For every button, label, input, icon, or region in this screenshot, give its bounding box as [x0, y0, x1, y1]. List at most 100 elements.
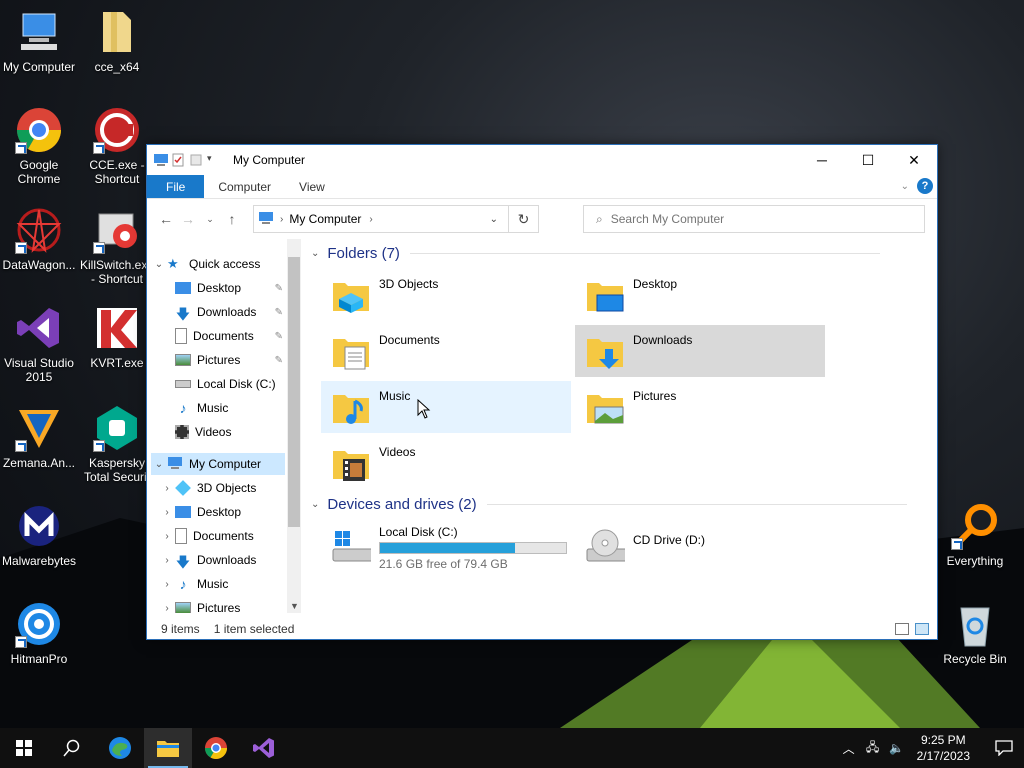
expand-chevron-icon[interactable]: ›	[159, 579, 175, 590]
file-explorer-window: ▾ My Computer ─ ☐ ✕ File Computer View ⌄…	[146, 144, 938, 640]
kaspersky-desktop-icon[interactable]: Kaspersky Total Securit	[78, 404, 156, 484]
refresh-button[interactable]: ↻	[508, 206, 538, 232]
minimize-button[interactable]: ─	[799, 145, 845, 175]
my-computer-desktop-icon[interactable]: My Computer	[0, 8, 78, 74]
taskbar-visual-studio-button[interactable]	[240, 728, 288, 768]
cce-shortcut-desktop-icon[interactable]: CCE.exe - Shortcut	[78, 106, 156, 186]
nav-item-videos[interactable]: Videos	[175, 421, 287, 443]
breadcrumb-separator-icon[interactable]: ›	[280, 214, 283, 225]
nav-item-downloads[interactable]: 🡇 Downloads ✎	[175, 301, 287, 323]
music-icon: ♪	[179, 400, 187, 416]
computer-icon	[258, 211, 274, 228]
drive-local-disk-c[interactable]: Local Disk (C:) 21.6 GB free of 79.4 GB	[321, 519, 571, 575]
address-bar[interactable]: › My Computer › ⌄ ↻	[253, 205, 539, 233]
folder-pictures[interactable]: Pictures	[575, 381, 825, 433]
customize-toolbar-chevron-icon[interactable]: ▾	[207, 153, 221, 167]
collapse-chevron-icon[interactable]: ⌄	[311, 499, 319, 510]
up-button[interactable]: ↑	[221, 211, 243, 227]
hitmanpro-desktop-icon[interactable]: HitmanPro	[0, 600, 78, 666]
google-chrome-desktop-icon[interactable]: Google Chrome	[0, 106, 78, 186]
help-button[interactable]: ?	[917, 178, 933, 194]
cce-x64-desktop-icon[interactable]: cce_x64	[78, 8, 156, 74]
search-input[interactable]	[610, 212, 911, 226]
clock[interactable]: 9:25 PM 2/17/2023	[917, 732, 970, 764]
volume-icon[interactable]: 🔈	[885, 741, 909, 755]
nav-my-computer[interactable]: ⌄ My Computer	[151, 453, 285, 475]
visual-studio-desktop-icon[interactable]: Visual Studio 2015	[0, 304, 78, 384]
network-icon[interactable]: 🖧	[861, 738, 885, 759]
devices-group-header[interactable]: ⌄ Devices and drives (2)	[311, 496, 933, 513]
star-icon: ★	[167, 256, 179, 271]
taskbar-edge-button[interactable]	[96, 728, 144, 768]
expand-chevron-icon[interactable]: ›	[159, 483, 175, 494]
nav-item-documents[interactable]: › Documents	[159, 525, 285, 547]
expand-ribbon-chevron-icon[interactable]: ⌄	[901, 181, 909, 192]
expand-chevron-icon[interactable]: ›	[159, 531, 175, 542]
collapse-chevron-icon[interactable]: ⌄	[151, 259, 167, 270]
expand-chevron-icon[interactable]: ›	[159, 603, 175, 614]
scroll-down-arrow-icon[interactable]: ▼	[290, 601, 299, 611]
expand-chevron-icon[interactable]: ›	[159, 507, 175, 518]
nav-item-desktop[interactable]: › Desktop	[159, 501, 285, 523]
folders-group-header[interactable]: ⌄ Folders (7)	[311, 245, 933, 262]
properties-icon[interactable]	[171, 153, 185, 167]
zemana-desktop-icon[interactable]: Zemana.An...	[0, 404, 78, 470]
nav-quick-access[interactable]: ⌄ ★ Quick access	[151, 253, 285, 275]
folder-music[interactable]: Music	[321, 381, 571, 433]
recent-locations-chevron-icon[interactable]: ⌄	[199, 214, 221, 225]
breadcrumb-my-computer[interactable]: My Computer	[289, 212, 361, 226]
close-button[interactable]: ✕	[891, 145, 937, 175]
show-hidden-icons-chevron-icon[interactable]: ︿	[837, 740, 861, 757]
drive-cd-d[interactable]: CD Drive (D:)	[575, 519, 825, 571]
forward-button[interactable]: →	[177, 211, 199, 227]
folder-3d-objects[interactable]: 3D Objects	[321, 269, 571, 321]
search-icon	[63, 739, 80, 757]
start-button[interactable]	[0, 728, 48, 768]
tab-computer[interactable]: Computer	[204, 175, 285, 198]
nav-item-documents[interactable]: Documents ✎	[175, 325, 287, 347]
folder-desktop[interactable]: Desktop	[575, 269, 825, 321]
folder-documents[interactable]: Documents	[321, 325, 571, 377]
nav-item-local-disk[interactable]: Local Disk (C:)	[175, 373, 287, 395]
downloads-icon: 🡇	[175, 554, 191, 570]
taskbar-file-explorer-button[interactable]	[144, 728, 192, 768]
collapse-chevron-icon[interactable]: ⌄	[151, 459, 167, 470]
scrollbar-thumb[interactable]	[288, 257, 300, 527]
nav-item-music[interactable]: ♪ Music	[175, 397, 287, 419]
desktop-icon	[175, 282, 191, 294]
back-button[interactable]: ←	[155, 211, 177, 227]
navigation-pane-scrollbar[interactable]: ▼	[287, 239, 301, 613]
killswitch-desktop-icon[interactable]: KillSwitch.exe - Shortcut	[78, 206, 156, 286]
details-view-icon[interactable]	[895, 623, 909, 635]
nav-item-pictures[interactable]: › Pictures	[159, 597, 285, 613]
nav-item-pictures[interactable]: Pictures ✎	[175, 349, 287, 371]
nav-item-downloads[interactable]: › 🡇 Downloads	[159, 549, 285, 571]
folder-downloads[interactable]: Downloads	[575, 325, 825, 377]
chrome-icon	[205, 737, 227, 759]
tiles-view-icon[interactable]	[915, 623, 929, 635]
search-button[interactable]	[48, 728, 96, 768]
system-tray: ︿ 🖧 🔈 9:25 PM 2/17/2023	[837, 728, 1024, 768]
notifications-button[interactable]	[984, 728, 1024, 768]
malwarebytes-desktop-icon[interactable]: Malwarebytes	[0, 502, 78, 568]
breadcrumb-separator-icon[interactable]: ›	[369, 214, 372, 225]
taskbar-chrome-button[interactable]	[192, 728, 240, 768]
datawagon-desktop-icon[interactable]: DataWagon...	[0, 206, 78, 272]
tab-file[interactable]: File	[147, 175, 205, 198]
kvrt-desktop-icon[interactable]: KVRT.exe	[78, 304, 156, 370]
address-history-chevron-icon[interactable]: ⌄	[490, 214, 498, 225]
nav-item-music[interactable]: › ♪ Music	[159, 573, 285, 595]
expand-chevron-icon[interactable]: ›	[159, 555, 175, 566]
collapse-chevron-icon[interactable]: ⌄	[311, 248, 319, 259]
everything-desktop-icon[interactable]: Everything	[936, 502, 1014, 568]
title-bar[interactable]: ▾ My Computer ─ ☐ ✕	[147, 145, 937, 175]
nav-item-3d-objects[interactable]: › 3D Objects	[159, 477, 285, 499]
nav-item-desktop[interactable]: Desktop ✎	[175, 277, 287, 299]
recycle-bin-desktop-icon[interactable]: Recycle Bin	[936, 600, 1014, 666]
mouse-cursor-icon	[417, 398, 431, 422]
new-folder-icon[interactable]	[189, 153, 203, 167]
maximize-button[interactable]: ☐	[845, 145, 891, 175]
search-box[interactable]: ⌕	[583, 205, 925, 233]
folder-videos[interactable]: Videos	[321, 437, 571, 489]
tab-view[interactable]: View	[285, 175, 339, 198]
